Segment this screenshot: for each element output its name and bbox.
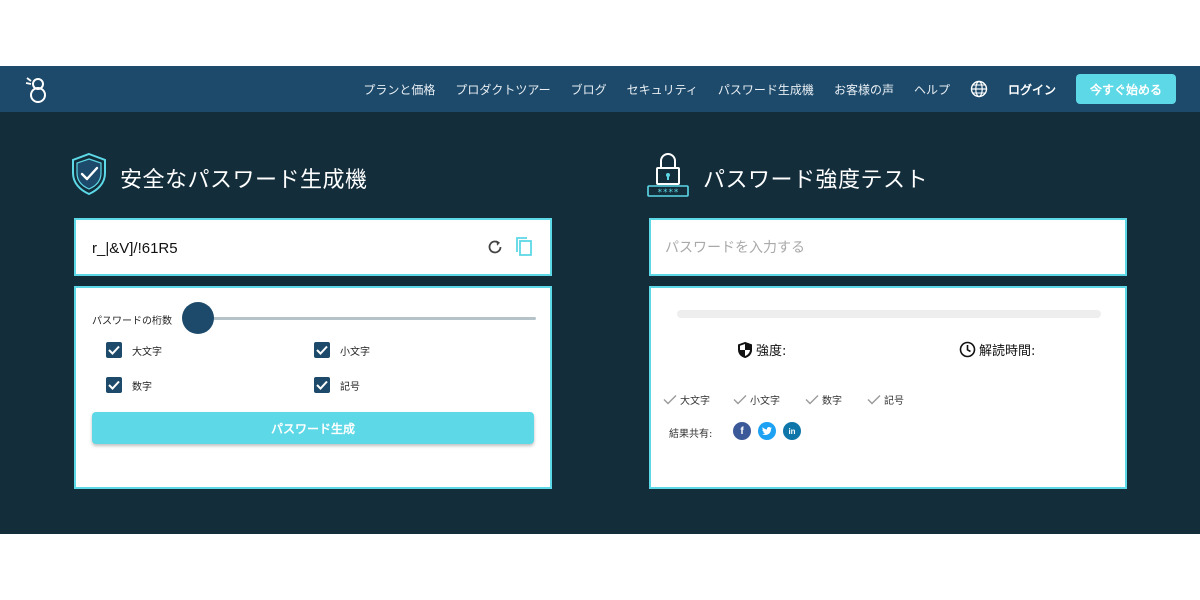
shield-check-icon: [72, 152, 106, 196]
nav-help[interactable]: ヘルプ: [914, 81, 950, 98]
criteria-numbers-label: 数字: [822, 396, 842, 407]
get-started-button[interactable]: 今すぐ始める: [1075, 74, 1176, 104]
check-icon: [733, 395, 747, 405]
checkbox-checked-icon[interactable]: [314, 342, 330, 358]
globe-language-icon[interactable]: [970, 80, 988, 98]
nav-plans-pricing[interactable]: プランと価格: [363, 81, 435, 98]
checkbox-checked-icon[interactable]: [314, 377, 330, 393]
check-icon: [663, 395, 677, 405]
main-section: 安全なパスワード生成機 r_|&V]/!61R5 パスワードの桁数 大文字 小文…: [0, 112, 1200, 534]
password-test-input[interactable]: [665, 234, 1105, 262]
login-link[interactable]: ログイン: [1008, 81, 1056, 98]
nav-security[interactable]: セキュリティ: [627, 81, 698, 98]
refresh-icon[interactable]: [486, 238, 504, 256]
password-length-label: パスワードの桁数: [92, 316, 172, 327]
main-nav: プランと価格 プロダクトツアー ブログ セキュリティ パスワード生成機 お客様の…: [343, 66, 1176, 112]
strength-meter-bar: [677, 310, 1101, 318]
criteria-lowercase: 小文字: [733, 392, 780, 407]
clock-icon: [959, 341, 976, 358]
generator-title: 安全なパスワード生成機: [120, 168, 368, 193]
share-results-label: 結果共有:: [669, 429, 713, 440]
twitter-icon[interactable]: [758, 422, 776, 440]
check-icon: [805, 395, 819, 405]
symbols-label: 記号: [340, 381, 360, 393]
password-length-slider-track[interactable]: [200, 317, 536, 320]
tester-title: パスワード強度テスト: [703, 168, 929, 193]
facebook-icon[interactable]: f: [733, 422, 751, 440]
generated-password-box: r_|&V]/!61R5: [74, 218, 552, 276]
strength-label: 強度:: [756, 344, 787, 359]
copy-icon[interactable]: [514, 236, 534, 258]
strength-indicator: 強度:: [737, 340, 786, 359]
criteria-uppercase-label: 大文字: [680, 396, 710, 407]
nav-product-tour[interactable]: プロダクトツアー: [455, 81, 550, 98]
lowercase-label: 小文字: [340, 346, 370, 358]
lowercase-checkbox[interactable]: 小文字: [314, 342, 370, 358]
strength-result-panel: 強度: 解読時間: 大文字 小文字 数字 記号 結果共有: f in: [649, 286, 1127, 489]
nav-blog[interactable]: ブログ: [571, 81, 607, 98]
generate-password-button[interactable]: パスワード生成: [92, 412, 534, 444]
criteria-lowercase-label: 小文字: [750, 396, 780, 407]
crack-time-label: 解読時間:: [979, 344, 1036, 359]
page: プランと価格 プロダクトツアー ブログ セキュリティ パスワード生成機 お客様の…: [0, 0, 1200, 600]
shield-icon: [738, 341, 752, 358]
nav-password-generator[interactable]: パスワード生成機: [718, 81, 814, 98]
crack-time-indicator: 解読時間:: [959, 340, 1035, 359]
password-length-slider-thumb[interactable]: [182, 302, 214, 334]
generator-options-panel: パスワードの桁数 大文字 小文字 数字 記号 パスワード生成: [74, 286, 552, 489]
password-test-input-box: [649, 218, 1127, 276]
svg-text:****: ****: [657, 188, 679, 198]
nav-testimonials[interactable]: お客様の声: [834, 81, 894, 98]
top-navigation-bar: プランと価格 プロダクトツアー ブログ セキュリティ パスワード生成機 お客様の…: [0, 66, 1200, 112]
criteria-symbols-label: 記号: [884, 396, 904, 407]
checkbox-checked-icon[interactable]: [106, 342, 122, 358]
check-icon: [867, 395, 881, 405]
criteria-uppercase: 大文字: [663, 392, 710, 407]
uppercase-checkbox[interactable]: 大文字: [106, 342, 162, 358]
checkbox-checked-icon[interactable]: [106, 377, 122, 393]
criteria-numbers: 数字: [805, 392, 842, 407]
snowman-logo-icon[interactable]: [24, 74, 52, 104]
generated-password-value[interactable]: r_|&V]/!61R5: [92, 240, 178, 257]
numbers-label: 数字: [132, 381, 152, 393]
numbers-checkbox[interactable]: 数字: [106, 377, 152, 393]
linkedin-icon[interactable]: in: [783, 422, 801, 440]
uppercase-label: 大文字: [132, 346, 162, 358]
symbols-checkbox[interactable]: 記号: [314, 377, 360, 393]
criteria-symbols: 記号: [867, 392, 904, 407]
lock-password-icon: ****: [647, 153, 689, 198]
